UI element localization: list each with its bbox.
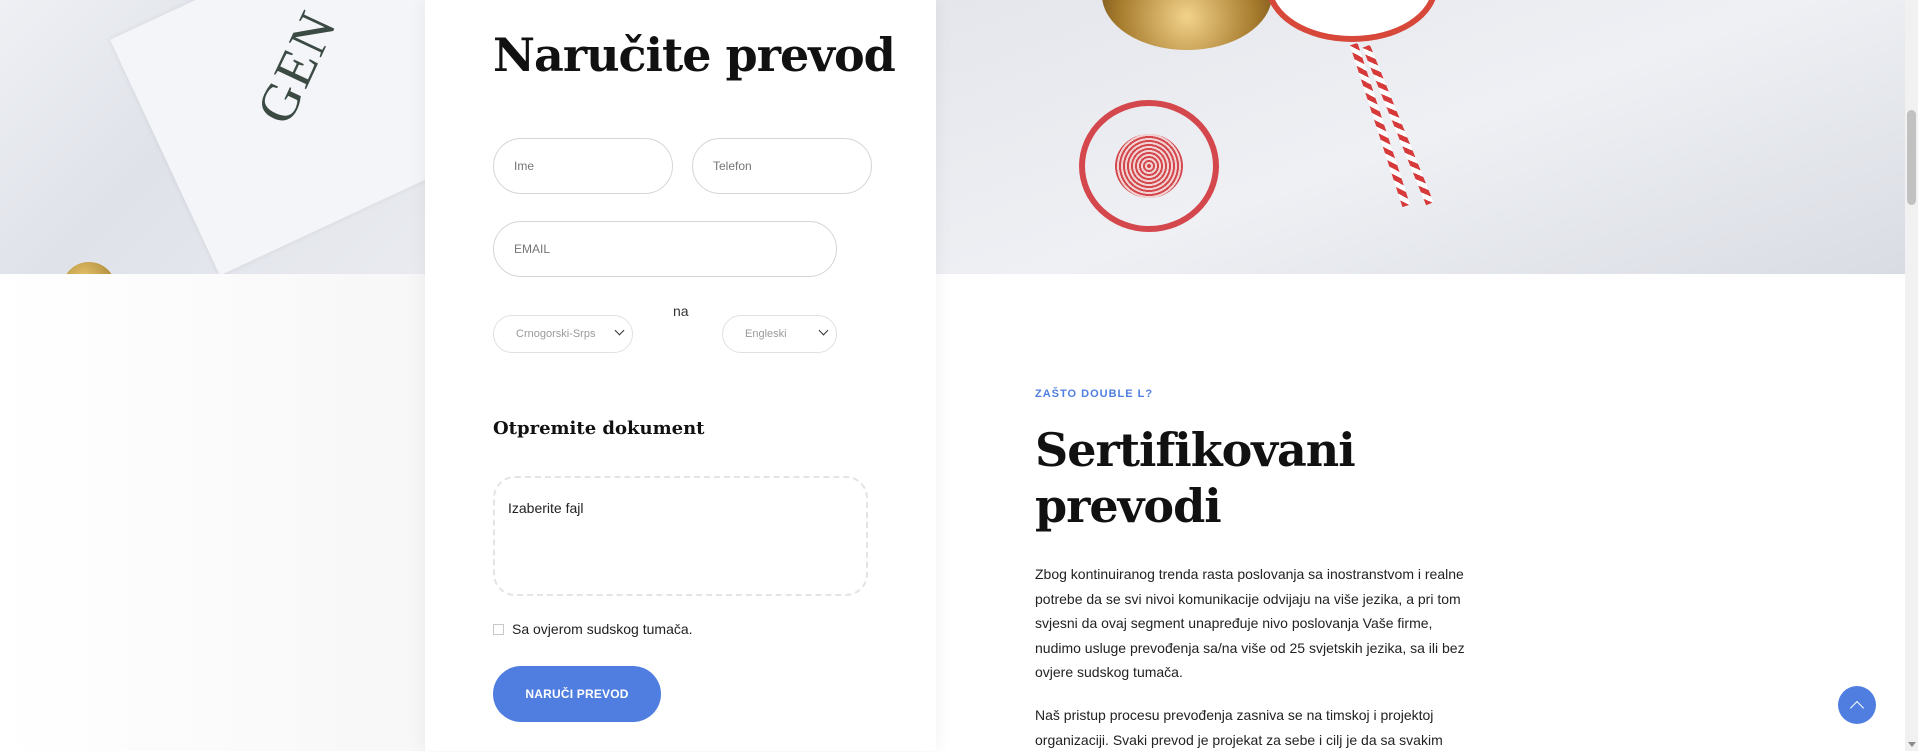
- file-dropzone[interactable]: Izaberite fajl: [493, 476, 868, 596]
- hero-image-right: [936, 0, 1905, 274]
- chevron-down-icon: [818, 325, 829, 336]
- wax-stamp: [1102, 0, 1272, 50]
- certification-option[interactable]: Sa ovjerom sudskog tumača.: [493, 621, 693, 637]
- order-form-card: Naručite prevod Crnogorski-Srps na Engle…: [425, 0, 936, 751]
- left-background: [0, 274, 425, 751]
- scroll-down-arrow-icon[interactable]: [1908, 742, 1916, 747]
- source-language-select[interactable]: Crnogorski-Srps: [493, 315, 633, 353]
- choose-file-button[interactable]: Izaberite fajl: [508, 500, 583, 516]
- about-paragraph-1: Zbog kontinuiranog trenda rasta poslovan…: [1035, 566, 1465, 680]
- target-language-select[interactable]: Engleski: [722, 315, 837, 353]
- certification-label: Sa ovjerom sudskog tumača.: [512, 621, 693, 637]
- upload-heading: Otpremite dokument: [493, 418, 705, 439]
- hero-image-left: GEN: [0, 0, 425, 274]
- language-connector: na: [673, 303, 689, 319]
- seal-coin: [62, 262, 116, 274]
- phone-field[interactable]: [692, 138, 872, 194]
- chevron-up-icon: [1849, 700, 1865, 715]
- notary-stamp: [1079, 100, 1219, 232]
- scrollbar-thumb[interactable]: [1907, 110, 1916, 205]
- form-title: Naručite prevod: [493, 28, 896, 82]
- phone-input[interactable]: [711, 158, 871, 174]
- chevron-down-icon: [614, 325, 625, 336]
- paper-seal: [1266, 0, 1438, 42]
- section-eyebrow: ZAŠTO DOUBLE L?: [1035, 388, 1154, 400]
- certification-checkbox[interactable]: [493, 623, 504, 635]
- email-input[interactable]: [512, 241, 836, 257]
- name-field[interactable]: [493, 138, 673, 194]
- back-to-top-button[interactable]: [1838, 686, 1876, 724]
- source-language-value: Crnogorski-Srps: [516, 328, 596, 340]
- document-paper: [110, 0, 425, 274]
- section-title: Sertifikovani prevodi: [1035, 423, 1356, 533]
- target-language-value: Engleski: [745, 328, 787, 340]
- order-translation-button[interactable]: NARUČI PREVOD: [493, 666, 661, 722]
- email-field[interactable]: [493, 221, 837, 277]
- about-paragraph-2: Naš pristup procesu prevođenja zasniva s…: [1035, 707, 1443, 748]
- name-input[interactable]: [512, 158, 672, 174]
